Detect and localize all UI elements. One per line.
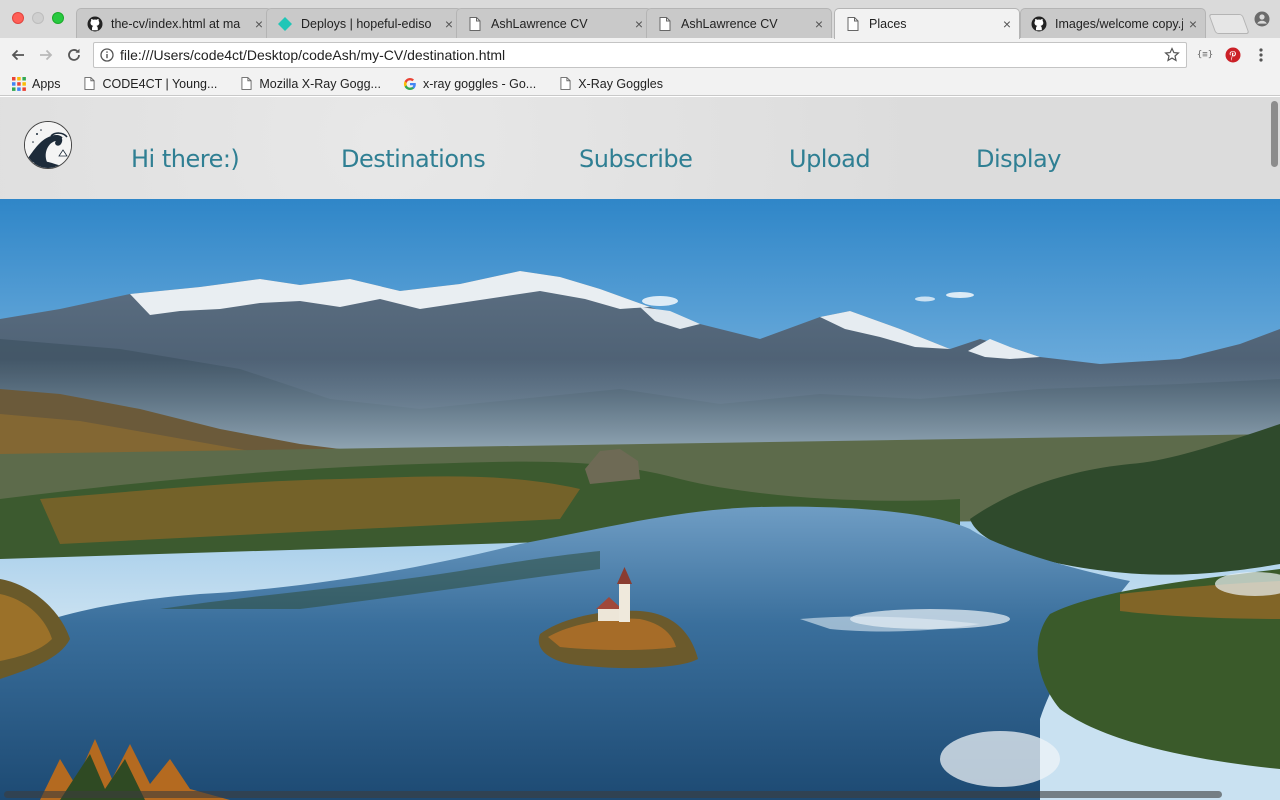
new-tab-button[interactable] [1208, 14, 1250, 34]
info-icon[interactable] [94, 48, 120, 62]
bookmark-mozilla-xray[interactable]: Mozilla X-Ray Gogg... [239, 77, 381, 91]
tab-places[interactable]: Places × [834, 8, 1020, 39]
tab-github-images[interactable]: Images/welcome copy.jp × [1020, 8, 1206, 38]
tab-strip: the-cv/index.html at ma × Deploys | hope… [0, 0, 1280, 39]
tab-github-index[interactable]: the-cv/index.html at ma × [76, 8, 272, 38]
tab-title: AshLawrence CV [491, 16, 588, 31]
nav-link-subscribe[interactable]: Subscribe [579, 145, 693, 173]
close-icon[interactable]: × [1003, 16, 1011, 32]
minimize-window-button[interactable] [32, 12, 44, 24]
nav-link-destinations[interactable]: Destinations [341, 145, 486, 173]
github-icon [1031, 16, 1047, 32]
profile-icon[interactable] [1254, 11, 1270, 27]
close-window-button[interactable] [12, 12, 24, 24]
tab-netlify-deploys[interactable]: Deploys | hopeful-ediso × [266, 8, 462, 38]
document-icon [239, 77, 253, 91]
bookmark-apps[interactable]: Apps [12, 76, 61, 91]
tab-title: the-cv/index.html at ma [111, 16, 241, 31]
site-navigation: Hi there:) Destinations Subscribe Upload… [0, 97, 1280, 199]
close-icon[interactable]: × [635, 16, 643, 32]
document-icon [558, 77, 572, 91]
close-icon[interactable]: × [815, 16, 823, 32]
menu-kebab-icon[interactable] [1252, 46, 1270, 64]
close-icon[interactable]: × [445, 16, 453, 32]
tab-title: Deploys | hopeful-ediso [301, 16, 432, 31]
bookmark-google-search[interactable]: x-ray goggles - Go... [403, 77, 536, 91]
maximize-window-button[interactable] [52, 12, 64, 24]
bookmark-label: X-Ray Goggles [578, 76, 663, 91]
apps-grid-icon [12, 76, 26, 91]
bookmarks-bar: Apps CODE4CT | Young... Mozilla X-Ray Go… [0, 72, 1280, 96]
forward-arrow-icon[interactable] [34, 43, 58, 67]
document-icon [467, 16, 483, 32]
google-icon [403, 77, 417, 91]
pinterest-icon[interactable] [1224, 46, 1242, 64]
tab-title: AshLawrence CV [681, 16, 778, 31]
vertical-scrollbar[interactable] [1268, 97, 1280, 800]
document-icon [83, 77, 97, 91]
reload-icon[interactable] [62, 43, 86, 67]
nav-link-display[interactable]: Display [976, 145, 1061, 173]
great-wave-logo[interactable] [24, 121, 72, 169]
close-icon[interactable]: × [255, 16, 263, 32]
close-icon[interactable]: × [1189, 16, 1197, 32]
extension-icon[interactable]: {≡} [1196, 46, 1214, 64]
bookmark-label: Mozilla X-Ray Gogg... [259, 76, 381, 91]
address-bar[interactable]: file:///Users/code4ct/Desktop/codeAsh/my… [93, 42, 1187, 68]
tab-ashlawrence-cv-1[interactable]: AshLawrence CV × [456, 8, 652, 38]
github-icon [87, 16, 103, 32]
scrollbar-thumb[interactable] [1271, 101, 1278, 167]
url-text[interactable]: file:///Users/code4ct/Desktop/codeAsh/my… [120, 47, 1158, 63]
nav-link-hi-there[interactable]: Hi there:) [131, 145, 240, 173]
tab-title: Images/welcome copy.jp [1055, 16, 1183, 31]
back-arrow-icon[interactable] [6, 43, 30, 67]
browser-toolbar: file:///Users/code4ct/Desktop/codeAsh/my… [0, 38, 1280, 72]
bookmark-code4ct[interactable]: CODE4CT | Young... [83, 76, 218, 91]
bookmark-label: x-ray goggles - Go... [422, 76, 537, 91]
page-viewport: Hi there:) Destinations Subscribe Upload… [0, 97, 1280, 800]
nav-link-upload[interactable]: Upload [789, 145, 871, 173]
bookmark-star-icon[interactable] [1158, 47, 1186, 63]
hero-landscape-image [0, 199, 1280, 800]
bookmark-label: CODE4CT | Young... [102, 76, 218, 91]
horizontal-scrollbar[interactable] [4, 791, 1222, 798]
netlify-icon [277, 16, 293, 32]
tab-ashlawrence-cv-2[interactable]: AshLawrence CV × [646, 8, 832, 38]
document-icon [845, 16, 861, 32]
bookmark-label: Apps [32, 76, 61, 91]
document-icon [657, 16, 673, 32]
tab-title: Places [869, 17, 907, 31]
bookmark-xray-goggles[interactable]: X-Ray Goggles [558, 77, 663, 91]
